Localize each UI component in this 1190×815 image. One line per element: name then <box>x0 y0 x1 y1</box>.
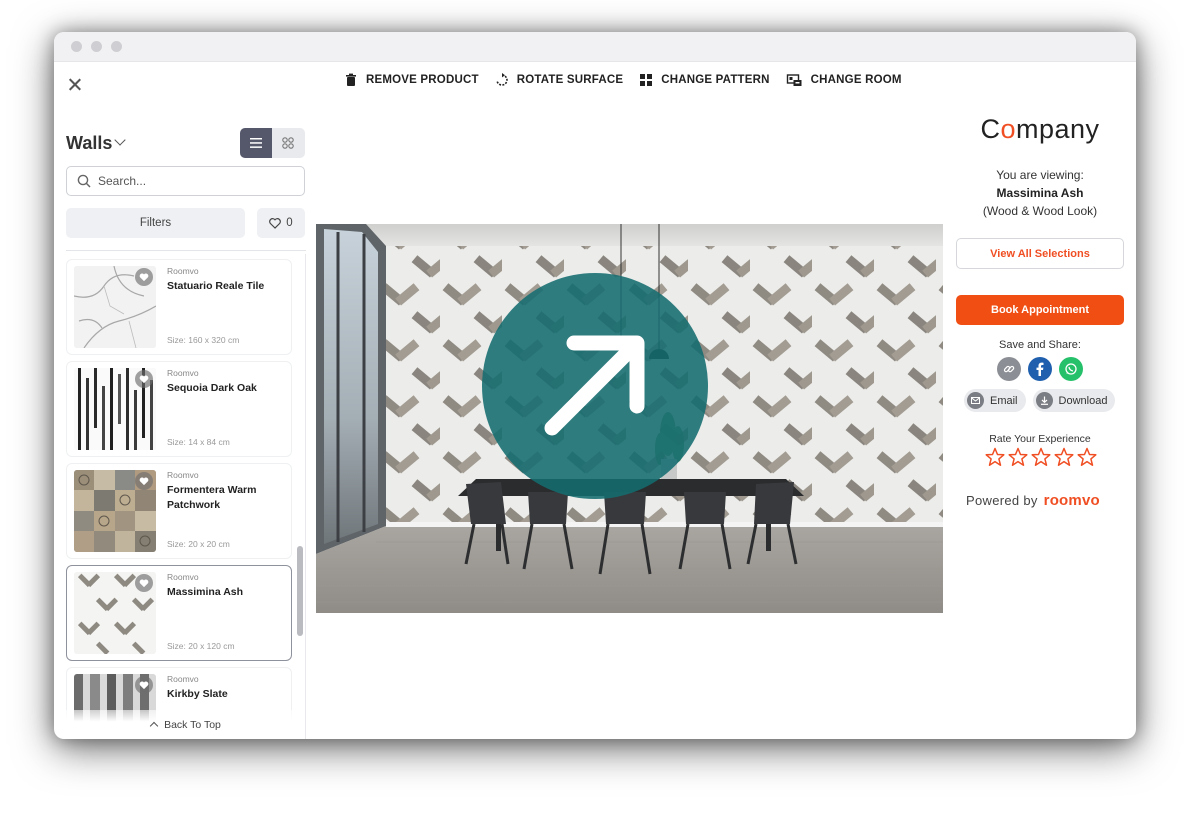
search-input[interactable] <box>98 174 288 188</box>
search-icon <box>77 174 91 188</box>
favorite-heart-icon[interactable] <box>135 676 153 694</box>
product-card[interactable]: Roomvo Formentera Warm Patchwork Size: 2… <box>66 463 292 559</box>
mail-icon <box>967 392 984 409</box>
download-icon <box>1035 392 1053 409</box>
product-card-selected[interactable]: Roomvo Massimina Ash Size: 20 x 120 cm <box>66 565 292 661</box>
back-to-top-label: Back To Top <box>164 718 221 731</box>
email-label: Email <box>990 394 1018 407</box>
current-product-category: (Wood & Wood Look) <box>982 204 1098 218</box>
download-button[interactable]: Download <box>1032 389 1116 412</box>
copy-link-icon[interactable] <box>997 357 1021 381</box>
powered-by-label: Powered by <box>966 493 1038 508</box>
change-pattern-button[interactable]: CHANGE PATTERN <box>639 73 769 87</box>
product-size: Size: 14 x 84 cm <box>167 437 230 447</box>
favorite-heart-icon[interactable] <box>135 268 153 286</box>
roomvo-logo[interactable]: roomvo <box>1044 492 1100 509</box>
product-card[interactable]: Roomvo Sequoia Dark Oak Size: 14 x 84 cm <box>66 361 292 457</box>
surface-dropdown[interactable]: Walls <box>66 133 112 154</box>
view-toggle <box>240 128 305 158</box>
search-field <box>66 166 305 196</box>
powered-by: Powered by roomvo <box>966 492 1124 509</box>
pattern-grid-icon <box>640 74 653 86</box>
list-view-button[interactable] <box>240 128 272 158</box>
sidebar-divider <box>305 254 306 739</box>
remove-product-button[interactable]: REMOVE PRODUCT <box>344 73 479 87</box>
rating-stars <box>985 447 1097 467</box>
rate-experience-label: Rate Your Experience <box>989 433 1091 445</box>
rotate-surface-button[interactable]: ROTATE SURFACE <box>495 73 624 87</box>
window-minimize-dot[interactable] <box>91 41 102 52</box>
product-brand: Roomvo <box>167 470 199 480</box>
change-room-button[interactable]: CHANGE ROOM <box>786 73 902 87</box>
product-name: Massimina Ash <box>167 586 244 598</box>
favorite-heart-icon[interactable] <box>135 574 153 592</box>
change-room-label: CHANGE ROOM <box>810 74 902 86</box>
whatsapp-icon[interactable] <box>1059 357 1083 381</box>
favorites-count: 0 <box>286 217 293 229</box>
window-maximize-dot[interactable] <box>111 41 122 52</box>
favorites-button[interactable]: 0 <box>257 208 305 238</box>
close-icon[interactable] <box>66 76 84 94</box>
favorite-heart-icon[interactable] <box>135 472 153 490</box>
grid-icon <box>282 137 294 149</box>
star-icon-5[interactable] <box>1077 447 1097 467</box>
star-icon-1[interactable] <box>985 447 1005 467</box>
current-product-name: Massimina Ash <box>996 186 1084 200</box>
email-button[interactable]: Email <box>964 389 1026 412</box>
facebook-icon[interactable] <box>1028 357 1052 381</box>
window-titlebar <box>54 32 1136 62</box>
surface-header: Walls <box>66 126 306 160</box>
window-close-dot[interactable] <box>71 41 82 52</box>
star-icon-3[interactable] <box>1031 447 1051 467</box>
list-icon <box>250 138 262 148</box>
chevron-up-icon <box>149 721 159 731</box>
arrow-up-right-icon <box>544 335 645 436</box>
rotate-surface-label: ROTATE SURFACE <box>516 74 624 86</box>
heart-outline-icon <box>269 217 282 229</box>
room-icon <box>786 74 802 86</box>
product-sidebar: Walls Filters 0 <box>66 122 306 739</box>
product-size: Size: 20 x 20 cm <box>167 539 230 549</box>
list-scrollbar[interactable] <box>297 546 303 636</box>
book-appointment-button[interactable]: Book Appointment <box>956 295 1124 325</box>
viewing-label: You are viewing: <box>996 168 1084 182</box>
product-name: Sequoia Dark Oak <box>167 382 257 394</box>
product-name: Formentera Warm Patchwork <box>167 484 257 511</box>
stage: REMOVE PRODUCT ROTATE SURFACE CHANGE PAT… <box>0 0 1190 815</box>
share-icon-group <box>997 357 1083 381</box>
download-label: Download <box>1058 394 1108 407</box>
product-list-viewport: Roomvo Statuario Reale Tile Size: 160 x … <box>66 250 306 739</box>
view-all-selections-button[interactable]: View All Selections <box>956 238 1124 269</box>
top-toolbar: REMOVE PRODUCT ROTATE SURFACE CHANGE PAT… <box>54 62 1136 102</box>
product-size: Size: 160 x 320 cm <box>167 335 240 345</box>
app-window: REMOVE PRODUCT ROTATE SURFACE CHANGE PAT… <box>54 32 1136 739</box>
product-size: Size: 20 x 120 cm <box>167 641 235 651</box>
star-icon-2[interactable] <box>1008 447 1028 467</box>
change-pattern-label: CHANGE PATTERN <box>661 74 770 86</box>
rotate-icon <box>496 73 508 86</box>
favorite-heart-icon[interactable] <box>135 370 153 388</box>
product-brand: Roomvo <box>167 266 199 276</box>
product-name: Statuario Reale Tile <box>167 280 265 292</box>
filters-button[interactable]: Filters <box>66 208 245 238</box>
share-action-group: Email Download <box>964 389 1116 412</box>
trash-icon <box>346 73 356 86</box>
product-name: Kirkby Slate <box>167 688 228 700</box>
overlay-play-button[interactable] <box>482 273 708 499</box>
company-logo: Company <box>980 114 1100 144</box>
back-to-top-button[interactable]: Back To Top <box>66 710 306 739</box>
product-list: Roomvo Statuario Reale Tile Size: 160 x … <box>66 259 294 739</box>
product-brand: Roomvo <box>167 368 199 378</box>
product-card[interactable]: Roomvo Statuario Reale Tile Size: 160 x … <box>66 259 292 355</box>
chevron-down-icon[interactable] <box>114 134 126 146</box>
star-icon-4[interactable] <box>1054 447 1074 467</box>
share-label: Save and Share: <box>999 339 1081 351</box>
product-brand: Roomvo <box>167 572 199 582</box>
tool-group: REMOVE PRODUCT ROTATE SURFACE CHANGE PAT… <box>344 73 902 87</box>
remove-product-label: REMOVE PRODUCT <box>366 74 479 86</box>
product-brand: Roomvo <box>167 674 199 684</box>
grid-view-button[interactable] <box>272 128 304 158</box>
